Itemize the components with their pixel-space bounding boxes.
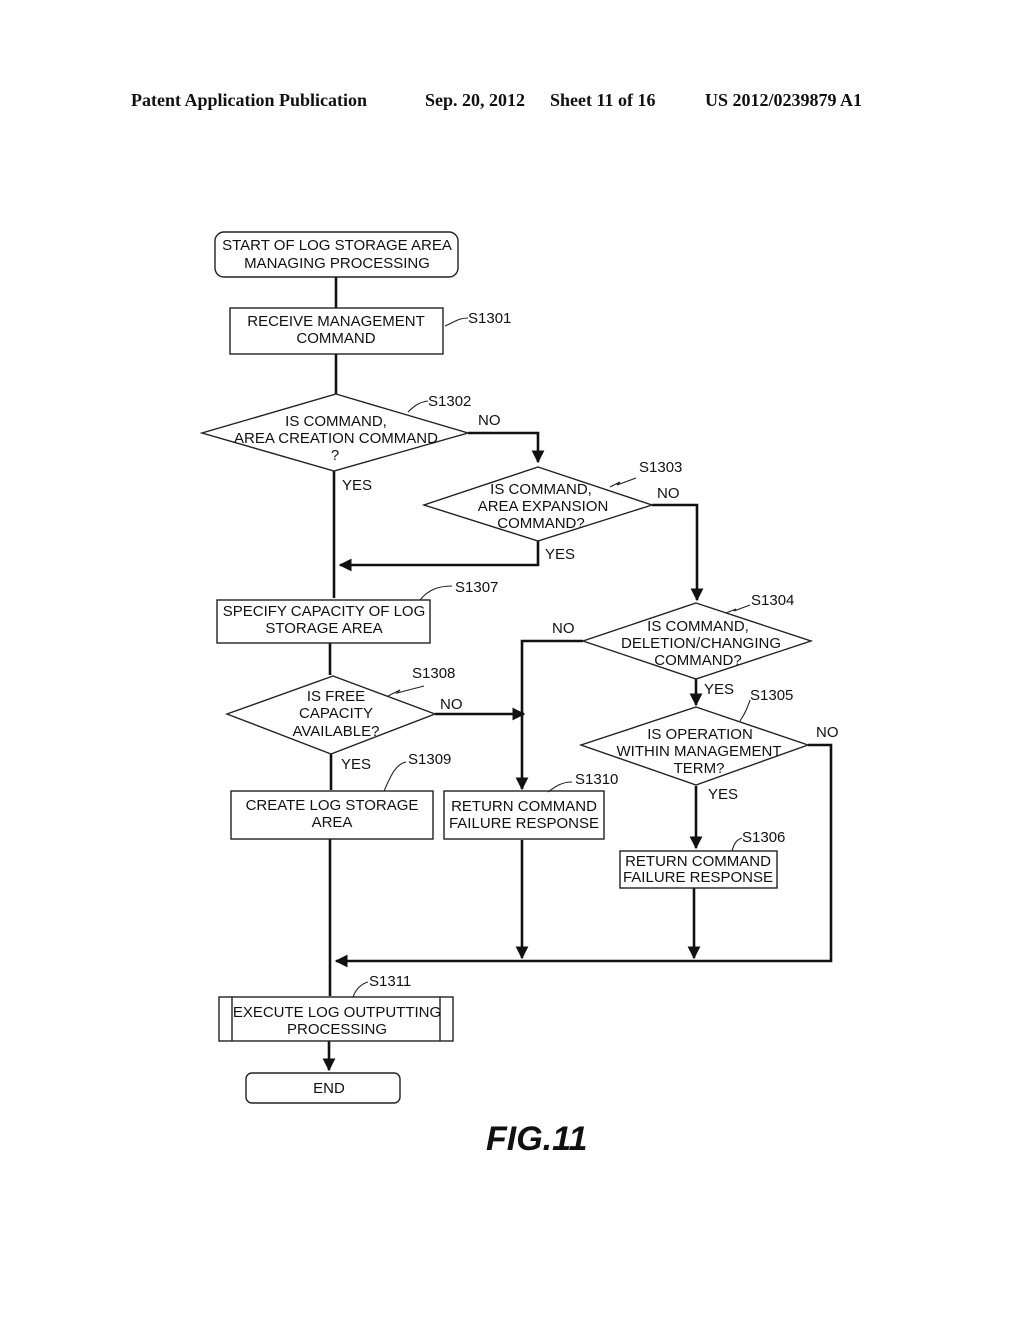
ref-leader — [352, 981, 369, 998]
node-s1307-line1: SPECIFY CAPACITY OF LOG — [223, 603, 426, 620]
node-s1303-line2: AREA EXPANSION — [478, 498, 609, 515]
flowchart: START OF LOG STORAGE AREA MANAGING PROCE… — [199, 231, 839, 1158]
ref-leader — [609, 477, 637, 488]
ref-leader — [739, 699, 751, 722]
ref-s1301: S1301 — [468, 310, 511, 327]
ref-leader — [387, 685, 425, 697]
ref-leader — [731, 837, 743, 852]
node-s1305-line3: TERM? — [674, 760, 725, 777]
node-s1308-line2: CAPACITY — [299, 705, 373, 722]
label-s1302-yes: YES — [342, 477, 372, 494]
node-s1304: IS COMMAND, DELETION/CHANGING COMMAND? S… — [552, 592, 814, 698]
ref-leader — [407, 400, 429, 413]
node-end-label: END — [313, 1080, 345, 1097]
node-s1301-line2: COMMAND — [296, 330, 375, 347]
edge-s1304-no — [515, 639, 583, 791]
ref-s1308: S1308 — [412, 665, 455, 682]
node-s1303-line1: IS COMMAND, — [490, 481, 592, 498]
label-s1308-no: NO — [440, 696, 463, 713]
ref-leader — [383, 761, 407, 792]
node-s1302-line1: IS COMMAND, — [285, 413, 387, 430]
node-s1302: IS COMMAND, AREA CREATION COMMAND ? S130… — [199, 393, 501, 494]
node-end: END — [245, 1072, 401, 1104]
node-s1304-line1: IS COMMAND, — [647, 618, 749, 635]
node-s1307-line2: STORAGE AREA — [265, 620, 382, 637]
node-s1304-line2: DELETION/CHANGING — [621, 635, 781, 652]
label-s1303-no: NO — [657, 485, 680, 502]
node-s1311: EXECUTE LOG OUTPUTTING PROCESSING S1311 — [218, 973, 454, 1042]
ref-leader — [725, 604, 751, 614]
node-s1302-line3: ? — [331, 447, 339, 464]
node-s1306-line1: RETURN COMMAND — [625, 853, 771, 870]
ref-s1306: S1306 — [742, 829, 785, 846]
label-s1302-no: NO — [478, 412, 501, 429]
ref-s1304: S1304 — [751, 592, 794, 609]
node-s1302-line2: AREA CREATION COMMAND — [234, 430, 438, 447]
label-s1305-no: NO — [816, 724, 839, 741]
node-s1305: IS OPERATION WITHIN MANAGEMENT TERM? S13… — [578, 687, 839, 803]
node-s1301-line1: RECEIVE MANAGEMENT — [247, 313, 425, 330]
node-s1301: RECEIVE MANAGEMENT COMMAND S1301 — [229, 307, 511, 355]
node-s1306: RETURN COMMAND FAILURE RESPONSE S1306 — [619, 829, 785, 889]
node-s1303: IS COMMAND, AREA EXPANSION COMMAND? S130… — [421, 459, 682, 563]
node-s1310-line2: FAILURE RESPONSE — [449, 815, 599, 832]
node-s1308-line3: AVAILABLE? — [293, 723, 380, 740]
ref-leader — [419, 585, 453, 601]
figure-label: FIG.11 — [486, 1120, 587, 1158]
edge-s1303-no — [652, 503, 704, 602]
node-s1308-line1: IS FREE — [307, 688, 365, 705]
node-s1306-line2: FAILURE RESPONSE — [623, 869, 773, 886]
node-s1310: RETURN COMMAND FAILURE RESPONSE S1310 — [443, 771, 618, 840]
connectors — [322, 277, 833, 1072]
edge-s1302-no — [468, 431, 545, 464]
ref-s1309: S1309 — [408, 751, 451, 768]
ref-s1305: S1305 — [750, 687, 793, 704]
node-s1309-line1: CREATE LOG STORAGE — [246, 797, 419, 814]
node-start: START OF LOG STORAGE AREA MANAGING PROCE… — [214, 231, 459, 278]
label-s1308-yes: YES — [341, 756, 371, 773]
ref-leader — [444, 317, 469, 327]
node-s1305-line1: IS OPERATION — [647, 726, 753, 743]
node-s1305-line2: WITHIN MANAGEMENT — [617, 743, 782, 760]
ref-s1307: S1307 — [455, 579, 498, 596]
ref-s1310: S1310 — [575, 771, 618, 788]
label-s1304-yes: YES — [704, 681, 734, 698]
node-s1303-line3: COMMAND? — [497, 515, 585, 532]
ref-s1303: S1303 — [639, 459, 682, 476]
ref-s1302: S1302 — [428, 393, 471, 410]
node-s1304-line3: COMMAND? — [654, 652, 742, 669]
node-s1309-line2: AREA — [312, 814, 353, 831]
node-s1311-line1: EXECUTE LOG OUTPUTTING — [233, 1004, 441, 1021]
label-s1304-no: NO — [552, 620, 575, 637]
node-s1310-line1: RETURN COMMAND — [451, 798, 597, 815]
edge-s1303-yes — [338, 541, 540, 572]
ref-s1311: S1311 — [369, 973, 411, 990]
node-s1311-line2: PROCESSING — [287, 1021, 387, 1038]
node-s1307: SPECIFY CAPACITY OF LOG STORAGE AREA S13… — [216, 579, 498, 644]
label-s1303-yes: YES — [545, 546, 575, 563]
node-start-line2: MANAGING PROCESSING — [244, 255, 430, 272]
node-start-line1: START OF LOG STORAGE AREA — [222, 237, 452, 254]
label-s1305-yes: YES — [708, 786, 738, 803]
